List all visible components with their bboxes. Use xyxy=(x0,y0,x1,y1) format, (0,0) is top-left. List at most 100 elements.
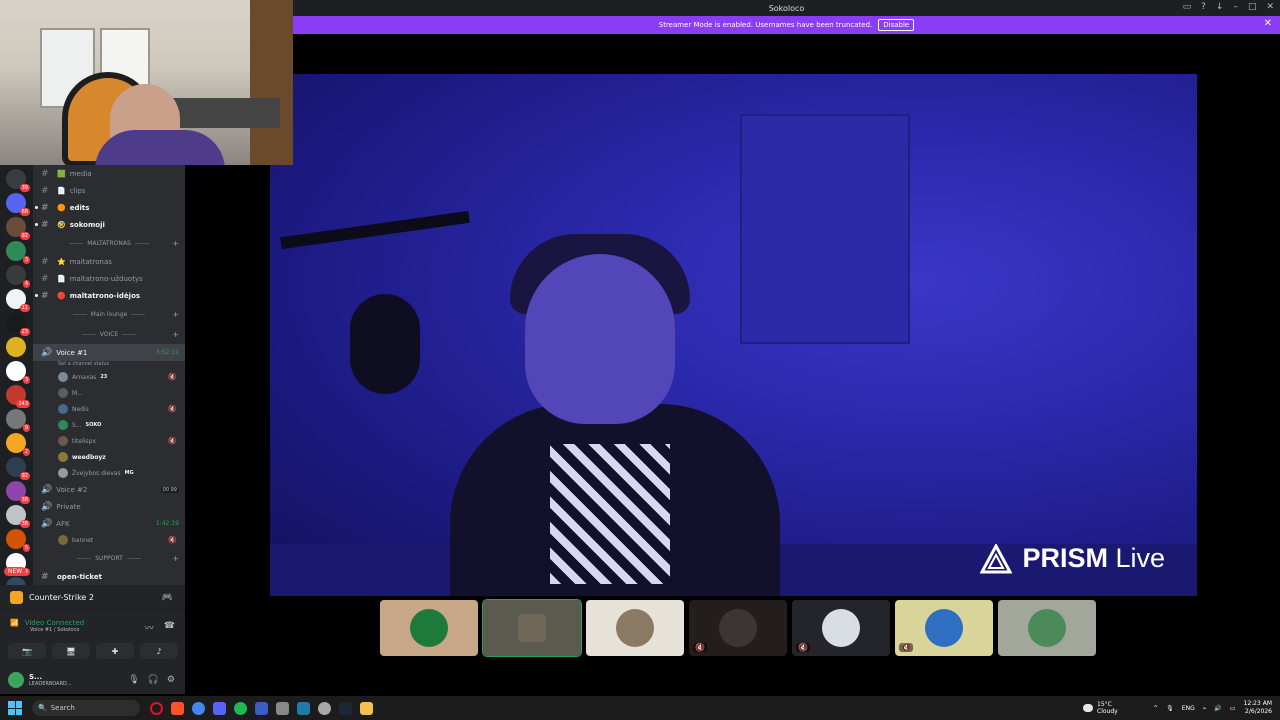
category-main-lounge[interactable]: Main lounge + xyxy=(33,304,185,324)
volume-icon[interactable]: 🔊 xyxy=(1214,705,1221,712)
windows-start-icon[interactable] xyxy=(8,701,22,715)
text-channel[interactable]: # 🤣 sokomoji xyxy=(33,216,185,233)
disconnect-icon[interactable]: ☎ xyxy=(164,621,175,634)
new-unreads-pill[interactable]: NEW xyxy=(4,567,27,576)
chrome-icon[interactable] xyxy=(192,701,205,715)
voice-member[interactable]: S... SOKO xyxy=(33,417,185,433)
category-support[interactable]: SUPPORT + xyxy=(33,548,185,568)
participant-tile[interactable]: 🔇 xyxy=(895,600,993,656)
tray-chevron-icon[interactable]: ^ xyxy=(1153,705,1158,712)
server-icon[interactable]: 11 xyxy=(6,289,30,312)
server-icon[interactable]: 2 xyxy=(6,433,30,456)
add-channel-icon[interactable]: + xyxy=(172,310,179,319)
category-voice[interactable]: VOICE + xyxy=(33,324,185,344)
text-channel[interactable]: # 🟠 edits xyxy=(33,199,185,216)
screen-share-button[interactable]: 🖥 xyxy=(52,643,90,659)
server-icon[interactable]: 9 xyxy=(6,409,30,432)
network-icon[interactable]: ⌁ xyxy=(1203,705,1207,712)
server-icon[interactable]: 3 xyxy=(6,361,30,384)
voice-member[interactable]: M... xyxy=(33,385,185,401)
camera-off-button[interactable]: 📷 xyxy=(8,643,46,659)
voice-member[interactable]: weedboyz xyxy=(33,449,185,465)
microphone-icon[interactable]: 🎙 xyxy=(128,675,139,685)
maximize-icon[interactable]: □ xyxy=(1248,2,1257,12)
category-maltatronas[interactable]: MALTATRONAS + xyxy=(33,233,185,253)
server-icon[interactable]: 68 xyxy=(6,193,30,216)
language-indicator[interactable]: ENG xyxy=(1182,705,1195,712)
download-icon[interactable]: ↓ xyxy=(1216,2,1224,12)
voice-channel-afk[interactable]: 🔊 AFK 1:42:19 xyxy=(33,515,185,532)
voice-channel-1[interactable]: 🔊 Voice #1 3:52:11 xyxy=(33,344,185,361)
server-icon[interactable]: 3 xyxy=(6,241,30,264)
disable-streamer-mode-button[interactable]: Disable xyxy=(878,19,915,31)
avatar[interactable] xyxy=(8,672,24,688)
gear-icon[interactable]: ⚙ xyxy=(167,675,175,685)
server-icon[interactable]: 38 xyxy=(6,505,30,528)
participant-tile[interactable] xyxy=(380,600,478,656)
server-icon[interactable]: 39 xyxy=(6,169,30,192)
text-channel[interactable]: # 📄 maltatrono-užduotys xyxy=(33,270,185,287)
server-icon[interactable] xyxy=(6,337,26,357)
add-channel-icon[interactable]: + xyxy=(172,239,179,248)
text-channel[interactable]: # ⭐ maltatronas xyxy=(33,253,185,270)
server-icon[interactable]: 20 xyxy=(6,577,26,585)
participant-tile[interactable] xyxy=(482,599,582,657)
participant-tile[interactable] xyxy=(998,600,1096,656)
username[interactable]: S... xyxy=(29,673,72,681)
brave-icon[interactable] xyxy=(171,701,184,715)
app-icon[interactable] xyxy=(318,701,331,715)
discord-icon[interactable] xyxy=(213,701,226,715)
text-channel[interactable]: # 🔴 maltatrono-idėjos xyxy=(33,287,185,304)
add-channel-icon[interactable]: + xyxy=(172,330,179,339)
connection-status[interactable]: Video Connected xyxy=(25,619,85,627)
server-icon[interactable]: 92 xyxy=(6,217,30,240)
participant-tile[interactable]: 🔇 xyxy=(792,600,890,656)
settings-app-icon[interactable] xyxy=(276,701,289,715)
channel-open-ticket[interactable]: # open-ticket xyxy=(33,568,185,585)
voice-member[interactable]: Arnaxas 23 🔇 xyxy=(33,369,185,385)
steam-icon[interactable] xyxy=(339,701,352,715)
headphones-icon[interactable]: 🎧 xyxy=(148,675,159,685)
controller-icon[interactable]: 🎮 xyxy=(162,593,173,603)
microphone-tray-icon[interactable]: 🎙 xyxy=(1166,705,1174,712)
text-channel[interactable]: # 📄 clips xyxy=(33,182,185,199)
opera-icon[interactable] xyxy=(150,701,163,715)
participant-tile[interactable]: 🔇 xyxy=(689,600,787,656)
activity-panel[interactable]: Counter-Strike 2 🎮 xyxy=(0,585,185,610)
channel-status[interactable]: Set a channel status xyxy=(33,361,185,369)
server-icon[interactable]: 5 xyxy=(6,529,30,552)
stream-video[interactable]: PRISM Live xyxy=(270,74,1197,596)
webcam-overlay xyxy=(0,0,293,165)
server-icon[interactable]: 92 xyxy=(6,457,30,480)
voice-member[interactable]: bannet 🔇 xyxy=(33,532,185,548)
spotify-icon[interactable] xyxy=(234,701,247,715)
add-channel-icon[interactable]: + xyxy=(172,554,179,563)
noise-suppression-icon[interactable]: 〰 xyxy=(145,621,154,634)
close-icon[interactable]: ✕ xyxy=(1266,2,1274,12)
app-icon[interactable] xyxy=(297,701,310,715)
battery-icon[interactable]: ▭ xyxy=(1230,705,1236,712)
inbox-icon[interactable]: ▭ xyxy=(1183,2,1192,12)
text-channel[interactable]: # 🟩 media xyxy=(33,165,185,182)
voice-channel-2[interactable]: 🔊 Voice #2 00 99 xyxy=(33,481,185,498)
activities-button[interactable]: ✚ xyxy=(96,643,134,659)
taskbar-search[interactable]: 🔍 Search xyxy=(32,700,140,716)
voice-member[interactable]: titelispx 🔇 xyxy=(33,433,185,449)
server-icon[interactable]: 4 xyxy=(6,265,30,288)
voice-channel-private[interactable]: 🔊 Private xyxy=(33,498,185,515)
file-explorer-icon[interactable] xyxy=(360,701,373,715)
minimize-icon[interactable]: – xyxy=(1233,2,1238,12)
clock[interactable]: 12:23 AM 2/6/2026 xyxy=(1244,700,1272,716)
close-banner-icon[interactable]: ✕ xyxy=(1264,18,1272,29)
server-icon[interactable]: 143 xyxy=(6,385,30,408)
participant-tile[interactable] xyxy=(586,600,684,656)
channel-name: maltatronas xyxy=(69,257,112,266)
app-icon[interactable] xyxy=(255,701,268,715)
server-icon[interactable]: 23 xyxy=(6,313,30,336)
soundboard-button[interactable]: ♪ xyxy=(140,643,178,659)
weather-widget[interactable]: 15°C Cloudy xyxy=(1083,701,1118,715)
help-icon[interactable]: ? xyxy=(1201,2,1206,12)
voice-member[interactable]: Žvejybos dievas MG xyxy=(33,465,185,481)
voice-member[interactable]: Nedis 🔇 xyxy=(33,401,185,417)
server-icon[interactable]: 38 xyxy=(6,481,30,504)
